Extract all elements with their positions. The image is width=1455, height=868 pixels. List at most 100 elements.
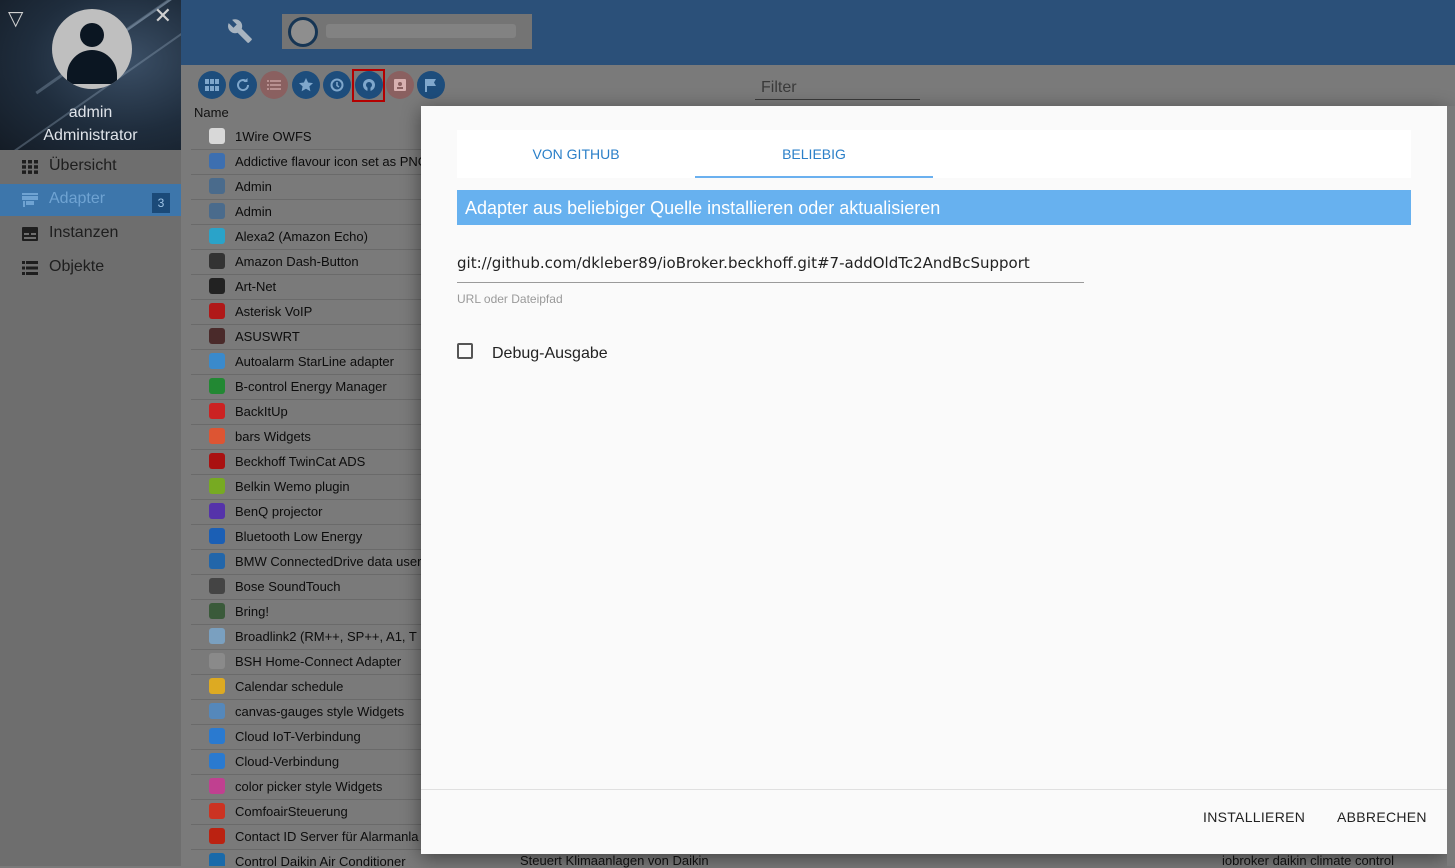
sidebar-item-label: Übersicht [49,157,117,174]
adapter-icon [209,578,225,594]
table-row[interactable]: Admin [191,199,421,225]
table-row[interactable]: Belkin Wemo plugin [191,474,421,500]
adapter-icon [209,253,225,269]
upload-button[interactable] [386,71,414,99]
sidebar-item-instances[interactable]: Instanzen [0,218,181,250]
grid-icon [22,160,38,174]
flag-icon [425,79,436,92]
adapter-name: Autoalarm StarLine adapter [235,354,394,369]
adapter-name: Calendar schedule [235,679,344,694]
install-button[interactable]: INSTALLIEREN [1203,809,1305,825]
adapter-name: Bring! [235,604,269,619]
table-row[interactable]: Bluetooth Low Energy [191,524,421,550]
adapter-list: 1Wire OWFS Addictive flavour icon set as … [191,124,421,866]
sidebar-item-objects[interactable]: Objekte [0,252,181,284]
adapter-name: 1Wire OWFS [235,129,312,144]
tiles-view-button[interactable] [198,71,226,99]
table-row[interactable]: Contact ID Server für Alarmanla [191,824,421,850]
dialog-tabs: VON GITHUB BELIEBIG [457,130,1411,178]
flag-button[interactable] [417,71,445,99]
list-view-button[interactable] [260,71,288,99]
table-row[interactable]: Beckhoff TwinCat ADS [191,449,421,475]
adapter-icon [209,803,225,819]
adapter-name: Art-Net [235,279,277,294]
filter-input[interactable]: Filter [755,76,920,100]
user-name: admin [68,104,113,121]
debug-checkbox-label[interactable]: Debug-Ausgabe [492,345,608,363]
tab-von-github[interactable]: VON GITHUB [457,130,695,178]
refresh-icon [237,78,250,92]
sidebar-item-adapter[interactable]: Adapter 3 [0,184,181,216]
adapter-icon [209,653,225,669]
table-row[interactable]: BSH Home-Connect Adapter [191,649,421,675]
favorites-button[interactable] [292,71,320,99]
logo-bar [282,14,532,49]
menu-toggle-icon[interactable]: ▽ [8,6,23,31]
table-row[interactable]: BackItUp [191,399,421,425]
adapter-name: color picker style Widgets [235,779,383,794]
table-row[interactable]: Broadlink2 (RM++, SP++, A1, T [191,624,421,650]
filter-placeholder: Filter [761,79,797,96]
table-row[interactable]: Control Daikin Air Conditioner [191,849,421,866]
adapter-name: bars Widgets [235,429,311,444]
banner-title: Adapter aus beliebiger Quelle installier… [465,198,941,218]
sidebar-item-label: Instanzen [49,224,119,241]
tab-beliebig[interactable]: BELIEBIG [695,130,933,178]
highlight-box [352,69,385,102]
adapter-icon [209,728,225,744]
adapter-icon [209,228,225,244]
table-row[interactable]: Calendar schedule [191,674,421,700]
iobroker-logo-icon [288,17,318,47]
table-row[interactable]: Admin [191,174,421,200]
table-row[interactable]: Cloud-Verbindung [191,749,421,775]
table-row[interactable]: BenQ projector [191,499,421,525]
table-row[interactable]: bars Widgets [191,424,421,450]
adapter-name: Bluetooth Low Energy [235,529,363,544]
adapter-icon [209,528,225,544]
adapter-name: Cloud-Verbindung [235,754,340,769]
contact-icon [394,79,406,91]
table-row[interactable]: Amazon Dash-Button [191,249,421,275]
avatar [52,9,132,89]
cancel-button[interactable]: ABBRECHEN [1337,809,1427,825]
adapter-count-badge: 3 [152,193,170,213]
install-dialog: VON GITHUB BELIEBIG Adapter aus beliebig… [421,106,1447,854]
table-row[interactable]: ASUSWRT [191,324,421,350]
adapter-name: ASUSWRT [235,329,300,344]
grid-icon [205,79,219,91]
table-row[interactable]: canvas-gauges style Widgets [191,699,421,725]
sidebar-header: ▽ ✕ admin Administrator [0,0,181,150]
debug-checkbox[interactable] [457,343,473,359]
table-row[interactable]: B-control Energy Manager [191,374,421,400]
background-panel-edge [1447,106,1455,866]
adapter-icon [209,853,225,866]
adapter-name: ComfoairSteuerung [235,804,348,819]
table-row[interactable]: Cloud IoT-Verbindung [191,724,421,750]
adapter-icon [209,628,225,644]
table-row[interactable]: ComfoairSteuerung [191,799,421,825]
table-row[interactable]: Asterisk VoIP [191,299,421,325]
adapter-name: Contact ID Server für Alarmanla [235,829,419,844]
adapter-icon [209,203,225,219]
wrench-icon[interactable] [227,18,253,44]
url-input[interactable] [457,244,1084,283]
update-button[interactable] [323,71,351,99]
close-icon[interactable]: ✕ [154,3,172,29]
adapter-name: BMW ConnectedDrive data user [235,554,421,569]
star-icon [299,78,313,92]
table-row[interactable]: BMW ConnectedDrive data user [191,549,421,575]
sidebar-item-overview[interactable]: Übersicht [0,151,181,183]
table-row[interactable]: color picker style Widgets [191,774,421,800]
column-header-name[interactable]: Name [194,105,229,120]
table-row[interactable]: 1Wire OWFS [191,124,421,150]
url-field-label: URL oder Dateipfad [457,292,563,306]
table-row[interactable]: Bose SoundTouch [191,574,421,600]
table-row[interactable]: Art-Net [191,274,421,300]
sidebar-item-label: Objekte [49,258,105,275]
table-row[interactable]: Addictive flavour icon set as PNG [191,149,421,175]
instances-icon [22,227,38,241]
table-row[interactable]: Bring! [191,599,421,625]
table-row[interactable]: Alexa2 (Amazon Echo) [191,224,421,250]
table-row[interactable]: Autoalarm StarLine adapter [191,349,421,375]
refresh-button[interactable] [229,71,257,99]
